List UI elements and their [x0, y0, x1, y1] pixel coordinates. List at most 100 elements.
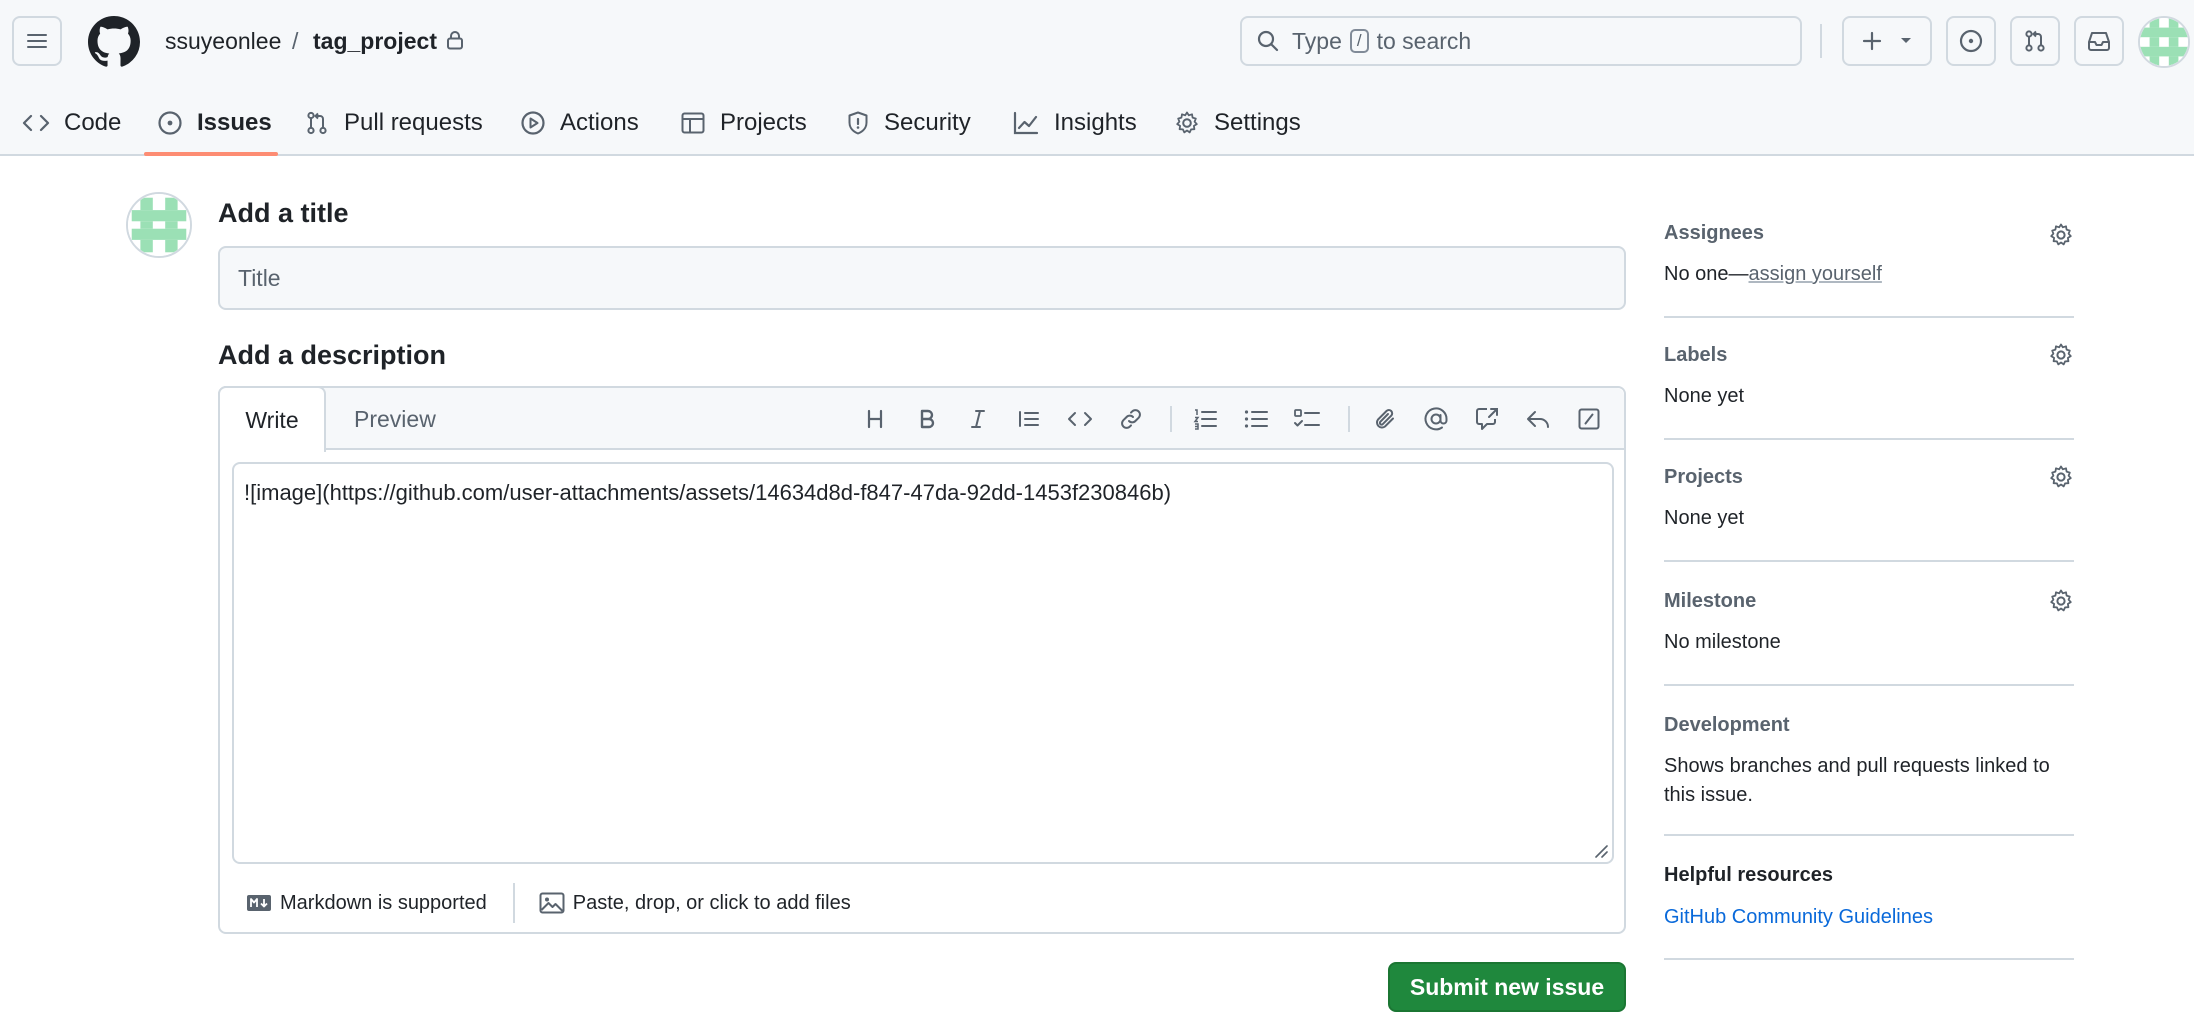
header-divider: [1820, 24, 1822, 58]
pull-requests-button[interactable]: [2010, 16, 2060, 66]
ordered-list-button[interactable]: [1190, 404, 1220, 434]
preview-tab[interactable]: Preview: [330, 388, 460, 450]
inbox-button[interactable]: [2074, 16, 2124, 66]
gear-icon[interactable]: [2048, 588, 2074, 614]
list-unordered-icon: [1244, 410, 1268, 428]
description-editor: Write Preview ![image](https://github.co…: [218, 386, 1626, 934]
markdown-supported-label: Markdown is supported: [280, 891, 487, 914]
code-icon: [1068, 412, 1092, 426]
tab-actions[interactable]: Actions: [520, 92, 639, 154]
repo-owner-link[interactable]: ssuyeonlee: [165, 26, 281, 56]
description-heading: Add a description: [218, 340, 447, 370]
projects-section: Projects None yet: [1664, 440, 2074, 562]
tab-pull-requests[interactable]: Pull requests: [304, 92, 483, 154]
tab-code-label: Code: [64, 109, 122, 136]
create-new-button[interactable]: [1842, 16, 1932, 66]
tab-code[interactable]: Code: [22, 92, 121, 154]
heading-button[interactable]: [860, 404, 890, 434]
projects-title[interactable]: Projects: [1664, 466, 1743, 489]
gear-icon: [1176, 111, 1198, 134]
quote-button[interactable]: [1014, 404, 1044, 434]
issues-button[interactable]: [1946, 16, 1996, 66]
tab-projects[interactable]: Projects: [680, 92, 807, 154]
write-tab[interactable]: Write: [218, 386, 326, 452]
title-input[interactable]: [218, 246, 1626, 310]
repo-name-link[interactable]: tag_project: [313, 26, 437, 56]
code-icon: [22, 114, 50, 132]
submit-issue-button[interactable]: Submit new issue: [1388, 962, 1626, 1012]
tasklist-icon: [1294, 409, 1320, 427]
title-heading: Add a title: [218, 198, 349, 228]
development-title: Development: [1664, 714, 1790, 736]
bold-button[interactable]: [912, 404, 942, 434]
tab-projects-label: Projects: [720, 109, 807, 136]
tab-pull-requests-label: Pull requests: [344, 109, 483, 136]
mention-button[interactable]: [1421, 404, 1451, 434]
tab-insights-label: Insights: [1054, 109, 1137, 136]
resize-handle-icon[interactable]: [1592, 842, 1608, 858]
italic-button[interactable]: [963, 404, 993, 434]
milestone-title[interactable]: Milestone: [1664, 590, 1756, 613]
assignees-none-text: No one—: [1664, 263, 1749, 285]
paperclip-icon: [1376, 409, 1394, 429]
link-button[interactable]: [1116, 404, 1146, 434]
labels-title[interactable]: Labels: [1664, 344, 1727, 367]
heading-icon: [867, 409, 883, 429]
editor-footer: Markdown is supported Paste, drop, or cl…: [220, 874, 1624, 932]
assignees-title[interactable]: Assignees: [1664, 222, 1764, 245]
lock-icon: [447, 31, 463, 50]
gear-icon[interactable]: [2048, 342, 2074, 368]
tab-security[interactable]: Security: [846, 92, 971, 154]
code-button[interactable]: [1065, 404, 1095, 434]
search-suffix-text: to search: [1376, 27, 1472, 54]
github-logo-icon[interactable]: [88, 16, 140, 68]
tab-insights[interactable]: Insights: [1012, 92, 1137, 154]
attach-file-button[interactable]: [1370, 404, 1400, 434]
triangle-down-icon: [1901, 38, 1911, 43]
task-list-button[interactable]: [1292, 404, 1322, 434]
menu-button[interactable]: [12, 16, 62, 66]
description-textarea[interactable]: ![image](https://github.com/user-attachm…: [232, 462, 1614, 864]
tab-settings[interactable]: Settings: [1174, 92, 1301, 154]
development-value: Shows branches and pull requests linked …: [1664, 755, 2050, 806]
slash-commands-button[interactable]: [1574, 404, 1604, 434]
markdown-icon: [247, 895, 271, 911]
table-icon: [681, 112, 705, 134]
helpful-resources-title: Helpful resources: [1664, 864, 1833, 886]
issue-opened-icon: [1959, 29, 1983, 53]
issue-opened-icon: [158, 111, 182, 135]
tab-settings-label: Settings: [1214, 109, 1301, 136]
helpful-resources-section: Helpful resources GitHub Community Guide…: [1664, 836, 2074, 960]
saved-reply-button[interactable]: [1523, 404, 1553, 434]
tab-issues[interactable]: Issues: [157, 92, 272, 154]
development-section: Development Shows branches and pull requ…: [1664, 686, 2074, 836]
assign-yourself-link[interactable]: assign yourself: [1749, 263, 1882, 285]
user-avatar-button[interactable]: [2138, 16, 2190, 68]
cross-reference-icon: [1476, 408, 1498, 430]
tab-security-label: Security: [884, 109, 971, 136]
gear-icon[interactable]: [2048, 222, 2074, 248]
toolbar-separator: [1348, 406, 1350, 432]
tab-actions-label: Actions: [560, 109, 639, 136]
markdown-supported-link[interactable]: Markdown is supported: [246, 892, 487, 915]
gear-icon[interactable]: [2048, 464, 2074, 490]
repo-nav: Code Issues Pull requests Actions Projec…: [0, 92, 2194, 156]
reply-icon: [1527, 411, 1549, 428]
milestone-section: Milestone No milestone: [1664, 562, 2074, 686]
breadcrumb-separator: /: [292, 28, 299, 54]
attach-files-button[interactable]: Paste, drop, or click to add files: [539, 891, 851, 915]
milestone-value: No milestone: [1664, 631, 1781, 653]
footer-separator: [512, 883, 515, 923]
cross-reference-button[interactable]: [1472, 404, 1502, 434]
author-avatar: [126, 192, 192, 258]
community-guidelines-link[interactable]: GitHub Community Guidelines: [1664, 906, 1933, 929]
search-icon: [1257, 30, 1279, 52]
app-header: ssuyeonlee / tag_project Type / to searc…: [0, 0, 2194, 156]
search-prefix-text: Type: [1292, 27, 1342, 54]
graph-icon: [1013, 111, 1039, 135]
image-icon: [539, 892, 565, 914]
search-input[interactable]: Type / to search: [1240, 16, 1802, 66]
bold-icon: [920, 409, 935, 429]
unordered-list-button[interactable]: [1241, 404, 1271, 434]
git-pull-request-icon: [2025, 30, 2045, 52]
